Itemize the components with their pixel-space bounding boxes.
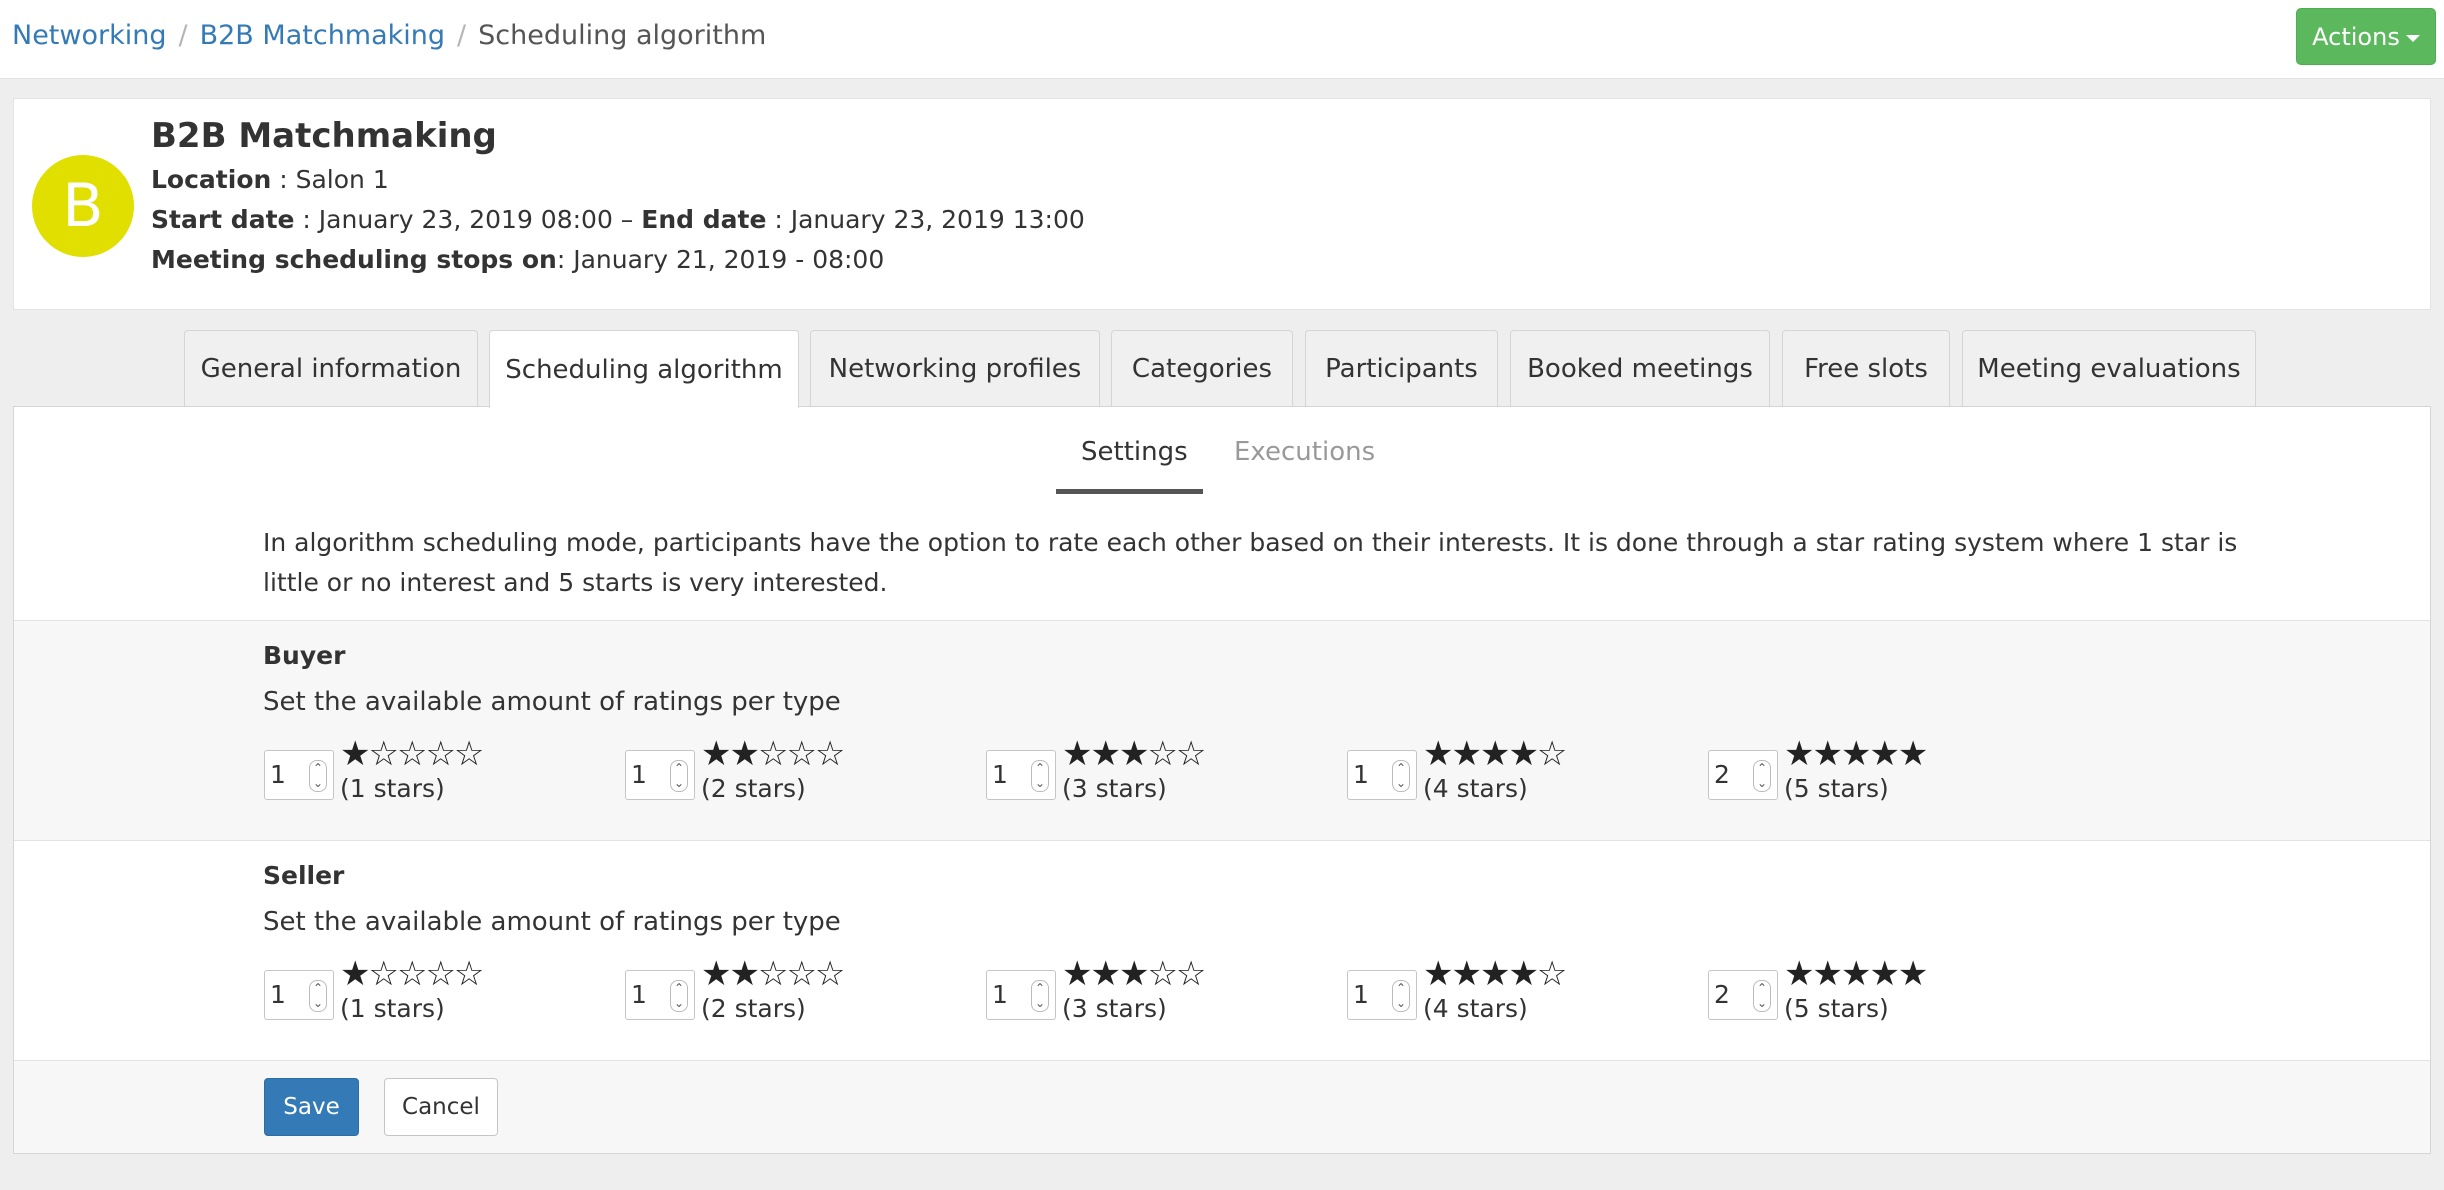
tab-participants[interactable]: Participants <box>1305 330 1498 407</box>
seller-title: Seller <box>263 861 345 890</box>
spinner-arrows-icon[interactable]: ⌃ ⌄ <box>1753 980 1771 1012</box>
stars-label: (2 stars) <box>701 774 806 803</box>
start-date-label: Start date <box>151 205 295 234</box>
stars-label: (5 stars) <box>1784 994 1889 1023</box>
actions-label: Actions <box>2312 22 2400 51</box>
stepper-value: 1 <box>270 980 286 1009</box>
scheduling-stop-value: : January 21, 2019 - 08:00 <box>556 245 885 274</box>
tab-booked-meetings[interactable]: Booked meetings <box>1510 330 1770 407</box>
seller-subtitle: Set the available amount of ratings per … <box>263 907 841 937</box>
stars-label: (4 stars) <box>1423 994 1528 1023</box>
seller-rating-3-quantity-stepper[interactable]: 1 ⌃ ⌄ <box>986 970 1056 1020</box>
caret-down-icon <box>2405 34 2420 42</box>
seller-rating-4-quantity-stepper[interactable]: 1 ⌃ ⌄ <box>1347 970 1417 1020</box>
save-button[interactable]: Save <box>264 1078 359 1136</box>
top-bar: Networking / B2B Matchmaking / Scheduling al… <box>0 0 2444 79</box>
subtab-executions[interactable]: Executions <box>1234 437 1375 467</box>
stepper-value: 2 <box>1714 980 1730 1009</box>
star-rating-icon: ★★★★★ <box>1784 954 1928 994</box>
cancel-button[interactable]: Cancel <box>384 1078 498 1136</box>
spinner-arrows-icon[interactable]: ⌃ ⌄ <box>1392 760 1410 792</box>
seller-rating-2-quantity-stepper[interactable]: 1 ⌃ ⌄ <box>625 970 695 1020</box>
stepper-value: 1 <box>631 760 647 789</box>
event-title: B2B Matchmaking <box>151 116 497 156</box>
spinner-arrows-icon[interactable]: ⌃ ⌄ <box>1031 760 1049 792</box>
stars-label: (3 stars) <box>1062 994 1167 1023</box>
buyer-section: Buyer Set the available amount of rating… <box>14 620 2430 840</box>
spinner-arrows-icon[interactable]: ⌃ ⌄ <box>670 760 688 792</box>
stars-label: (1 stars) <box>340 994 445 1023</box>
buyer-rating-5-quantity-stepper[interactable]: 2 ⌃ ⌄ <box>1708 750 1778 800</box>
tab-free-slots[interactable]: Free slots <box>1782 330 1950 407</box>
spinner-arrows-icon[interactable]: ⌃ ⌄ <box>309 980 327 1012</box>
breadcrumb-separator: / <box>178 20 188 51</box>
tab-categories[interactable]: Categories <box>1111 330 1293 407</box>
location-value: : Salon 1 <box>271 165 389 194</box>
scheduling-panel: Settings Executions In algorithm schedul… <box>13 406 2431 1154</box>
stars-label: (3 stars) <box>1062 774 1167 803</box>
start-date-value: : January 23, 2019 08:00 – <box>294 205 642 234</box>
actions-dropdown-button[interactable]: Actions <box>2296 8 2436 65</box>
star-rating-icon: ★☆☆☆☆ <box>340 734 484 774</box>
spinner-arrows-icon[interactable]: ⌃ ⌄ <box>1753 760 1771 792</box>
breadcrumb-current: Scheduling algorithm <box>478 20 767 51</box>
intro-text: In algorithm scheduling mode, participan… <box>263 528 2238 597</box>
star-rating-icon: ★★★☆☆ <box>1062 734 1206 774</box>
star-rating-icon: ★★☆☆☆ <box>701 734 845 774</box>
buyer-subtitle: Set the available amount of ratings per … <box>263 687 841 717</box>
tab-scheduling-algorithm[interactable]: Scheduling algorithm <box>489 330 799 408</box>
seller-section: Seller Set the available amount of ratin… <box>14 840 2430 1060</box>
seller-rating-1-quantity-stepper[interactable]: 1 ⌃ ⌄ <box>264 970 334 1020</box>
stepper-value: 1 <box>270 760 286 789</box>
star-rating-icon: ★★★★☆ <box>1423 954 1567 994</box>
spinner-arrows-icon[interactable]: ⌃ ⌄ <box>309 760 327 792</box>
stepper-value: 1 <box>631 980 647 1009</box>
subtab-settings[interactable]: Settings <box>1081 437 1188 467</box>
buyer-rating-4-quantity-stepper[interactable]: 1 ⌃ ⌄ <box>1347 750 1417 800</box>
stepper-value: 1 <box>992 980 1008 1009</box>
star-rating-icon: ★★★★★ <box>1784 734 1928 774</box>
buyer-rating-2-quantity-stepper[interactable]: 1 ⌃ ⌄ <box>625 750 695 800</box>
breadcrumb: Networking / B2B Matchmaking / Scheduling al… <box>12 20 766 51</box>
buyer-rating-3-quantity-stepper[interactable]: 1 ⌃ ⌄ <box>986 750 1056 800</box>
avatar: B <box>32 155 134 257</box>
spinner-arrows-icon[interactable]: ⌃ ⌄ <box>670 980 688 1012</box>
location-label: Location <box>151 165 272 194</box>
star-rating-icon: ★★★☆☆ <box>1062 954 1206 994</box>
tab-networking-profiles[interactable]: Networking profiles <box>810 330 1100 407</box>
event-summary-card: B B2B Matchmaking Location : Salon 1 Sta… <box>13 98 2431 310</box>
stars-label: (2 stars) <box>701 994 806 1023</box>
star-rating-icon: ★☆☆☆☆ <box>340 954 484 994</box>
stepper-value: 1 <box>1353 760 1369 789</box>
stars-label: (5 stars) <box>1784 774 1889 803</box>
tab-meeting-evaluations[interactable]: Meeting evaluations <box>1962 330 2256 407</box>
sub-tabs: Settings Executions <box>14 407 2430 497</box>
breadcrumb-link-b2b-matchmaking[interactable]: B2B Matchmaking <box>200 20 445 51</box>
stepper-value: 2 <box>1714 760 1730 789</box>
seller-rating-5-quantity-stepper[interactable]: 2 ⌃ ⌄ <box>1708 970 1778 1020</box>
breadcrumb-link-networking[interactable]: Networking <box>12 20 167 51</box>
stars-label: (1 stars) <box>340 774 445 803</box>
end-date-label: End date <box>641 205 767 234</box>
event-dates: Start date : January 23, 2019 08:00 – En… <box>151 205 1085 234</box>
form-footer: Save Cancel <box>14 1060 2430 1153</box>
event-location: Location : Salon 1 <box>151 165 389 194</box>
breadcrumb-separator: / <box>457 20 467 51</box>
spinner-arrows-icon[interactable]: ⌃ ⌄ <box>1392 980 1410 1012</box>
stepper-value: 1 <box>992 760 1008 789</box>
tab-general-information[interactable]: General information <box>184 330 478 407</box>
spinner-arrows-icon[interactable]: ⌃ ⌄ <box>1031 980 1049 1012</box>
buyer-title: Buyer <box>263 641 346 670</box>
stepper-value: 1 <box>1353 980 1369 1009</box>
stars-label: (4 stars) <box>1423 774 1528 803</box>
active-subtab-indicator <box>1056 489 1203 494</box>
buyer-rating-1-quantity-stepper[interactable]: 1 ⌃ ⌄ <box>264 750 334 800</box>
star-rating-icon: ★★★★☆ <box>1423 734 1567 774</box>
star-rating-icon: ★★☆☆☆ <box>701 954 845 994</box>
end-date-value: : January 23, 2019 13:00 <box>766 205 1085 234</box>
scheduling-stop-label: Meeting scheduling stops on <box>151 245 557 274</box>
event-scheduling-stop: Meeting scheduling stops on: January 21,… <box>151 245 884 274</box>
